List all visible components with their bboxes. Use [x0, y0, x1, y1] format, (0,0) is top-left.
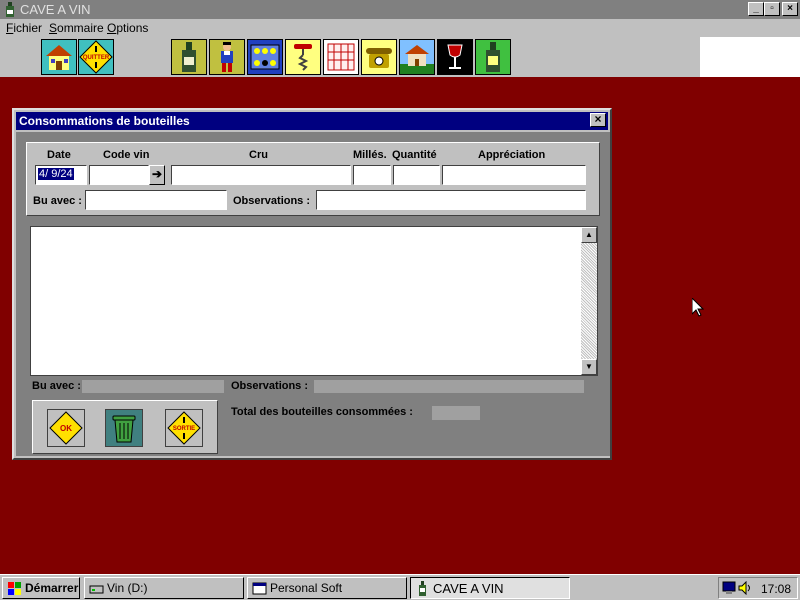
- start-label: Démarrer: [25, 581, 79, 595]
- millesime-label: Millés.: [353, 149, 387, 161]
- chateau-icon: [400, 40, 434, 74]
- code-vin-label: Code vin: [103, 149, 150, 161]
- bu-avec-label: Bu avec :: [33, 195, 82, 207]
- app-title: CAVE A VIN: [20, 2, 91, 17]
- wine-bottle-icon: [419, 581, 426, 596]
- task-personal-soft-label: Personal Soft: [270, 581, 343, 595]
- code-vin-field[interactable]: [89, 165, 149, 185]
- entry-form-panel: Date Code vin Cru Millés. Quantité Appré…: [26, 142, 600, 216]
- menu-fichier[interactable]: Fichier: [6, 21, 42, 35]
- detail-observations-label: Observations :: [231, 380, 309, 392]
- person-icon: [210, 40, 244, 74]
- start-button[interactable]: Démarrer: [2, 577, 80, 599]
- home-icon: [42, 40, 76, 74]
- system-tray: 17:08: [718, 577, 798, 599]
- task-personal-soft[interactable]: Personal Soft: [247, 577, 407, 599]
- sortie-button[interactable]: SORTIE: [165, 409, 203, 447]
- detail-bu-avec-value: [82, 380, 224, 393]
- toolbar-blank-area: [700, 37, 800, 77]
- quantite-label: Quantité: [392, 149, 437, 161]
- date-label: Date: [47, 149, 71, 161]
- task-vin-drive[interactable]: Vin (D:): [84, 577, 244, 599]
- cellar-rack-icon: [248, 40, 282, 74]
- dialog-title: Consommations de bouteilles: [19, 114, 190, 128]
- list-scrollbar[interactable]: ▲ ▼: [581, 227, 597, 375]
- bottle-label-icon: [476, 40, 510, 74]
- telephone-button[interactable]: [361, 39, 397, 75]
- folder-window-icon: [252, 582, 267, 595]
- book-button[interactable]: [323, 39, 359, 75]
- speaker-icon[interactable]: [738, 581, 752, 595]
- corkscrew-button[interactable]: [285, 39, 321, 75]
- wine-bottle-icon: [172, 40, 206, 74]
- total-consumed-value: [432, 406, 480, 420]
- action-button-panel: OK SORTIE: [32, 400, 218, 454]
- dialog-body: Date Code vin Cru Millés. Quantité Appré…: [16, 132, 610, 456]
- telephone-icon: [362, 40, 396, 74]
- home-button[interactable]: [41, 39, 77, 75]
- windows-logo-icon: [8, 582, 21, 595]
- task-cave-a-vin-label: CAVE A VIN: [433, 581, 504, 596]
- chateau-button[interactable]: [399, 39, 435, 75]
- dialog-close-button[interactable]: ×: [590, 113, 606, 127]
- minimize-button[interactable]: _: [748, 2, 764, 16]
- appreciation-field[interactable]: [442, 165, 586, 185]
- drive-icon: [89, 585, 104, 594]
- scroll-up-button[interactable]: ▲: [581, 227, 597, 243]
- detail-bu-avec-label: Bu avec :: [32, 380, 81, 392]
- scroll-down-button[interactable]: ▼: [581, 359, 597, 375]
- detail-observations-value: [314, 380, 584, 393]
- date-value: 4/ 9/24: [38, 168, 74, 180]
- svg-text:QUITTER: QUITTER: [83, 55, 110, 61]
- wine-glass-button[interactable]: [437, 39, 473, 75]
- person-button[interactable]: [209, 39, 245, 75]
- wine-glass-icon: [438, 40, 472, 74]
- trash-can-icon: [106, 410, 142, 446]
- cellar-rack-button[interactable]: [247, 39, 283, 75]
- book-icon: [324, 40, 358, 74]
- date-field[interactable]: 4/ 9/24: [35, 165, 87, 185]
- appreciation-label: Appréciation: [478, 149, 546, 161]
- svg-text:OK: OK: [60, 424, 72, 433]
- ok-button[interactable]: OK: [47, 409, 85, 447]
- delete-button[interactable]: [105, 409, 143, 447]
- mouse-cursor-icon: [692, 298, 704, 317]
- total-consumed-label: Total des bouteilles consommées :: [231, 406, 413, 418]
- observations-field[interactable]: [316, 190, 586, 210]
- menu-options[interactable]: Options: [107, 21, 148, 35]
- consumption-list[interactable]: ▲ ▼: [30, 226, 598, 376]
- wine-bottle-button[interactable]: [171, 39, 207, 75]
- toolbar: QUITTER: [0, 37, 700, 77]
- code-vin-lookup-button[interactable]: ➔: [149, 165, 165, 185]
- ok-sign-icon: OK: [49, 411, 83, 445]
- quit-sign-icon: QUITTER: [79, 40, 113, 74]
- exit-sign-icon: SORTIE: [167, 411, 201, 445]
- menu-sommaire[interactable]: Sommaire: [49, 21, 104, 35]
- cru-label: Cru: [249, 149, 268, 161]
- display-icon[interactable]: [722, 581, 736, 595]
- menu-bar: Fichier Sommaire Options: [0, 19, 800, 37]
- bottle-label-button[interactable]: [475, 39, 511, 75]
- dialog-title-bar[interactable]: Consommations de bouteilles ×: [16, 112, 608, 130]
- corkscrew-icon: [286, 40, 320, 74]
- clock: 17:08: [760, 582, 791, 596]
- svg-text:SORTIE: SORTIE: [173, 426, 195, 432]
- task-cave-a-vin[interactable]: CAVE A VIN: [410, 577, 570, 599]
- observations-label: Observations :: [233, 195, 311, 207]
- maximize-button[interactable]: ▫: [764, 2, 780, 16]
- task-vin-drive-label: Vin (D:): [107, 581, 148, 595]
- quit-button[interactable]: QUITTER: [78, 39, 114, 75]
- close-button[interactable]: ×: [782, 2, 798, 16]
- consommations-dialog: Consommations de bouteilles × Date Code …: [12, 108, 612, 460]
- bu-avec-field[interactable]: [85, 190, 227, 210]
- taskbar: Démarrer Vin (D:) Personal Soft CAVE A V…: [0, 574, 800, 600]
- cru-field[interactable]: [171, 165, 351, 185]
- quantite-field[interactable]: [393, 165, 440, 185]
- millesime-field[interactable]: [353, 165, 391, 185]
- wine-bottle-icon: [6, 2, 14, 17]
- app-title-bar[interactable]: CAVE A VIN _ ▫ ×: [0, 0, 800, 19]
